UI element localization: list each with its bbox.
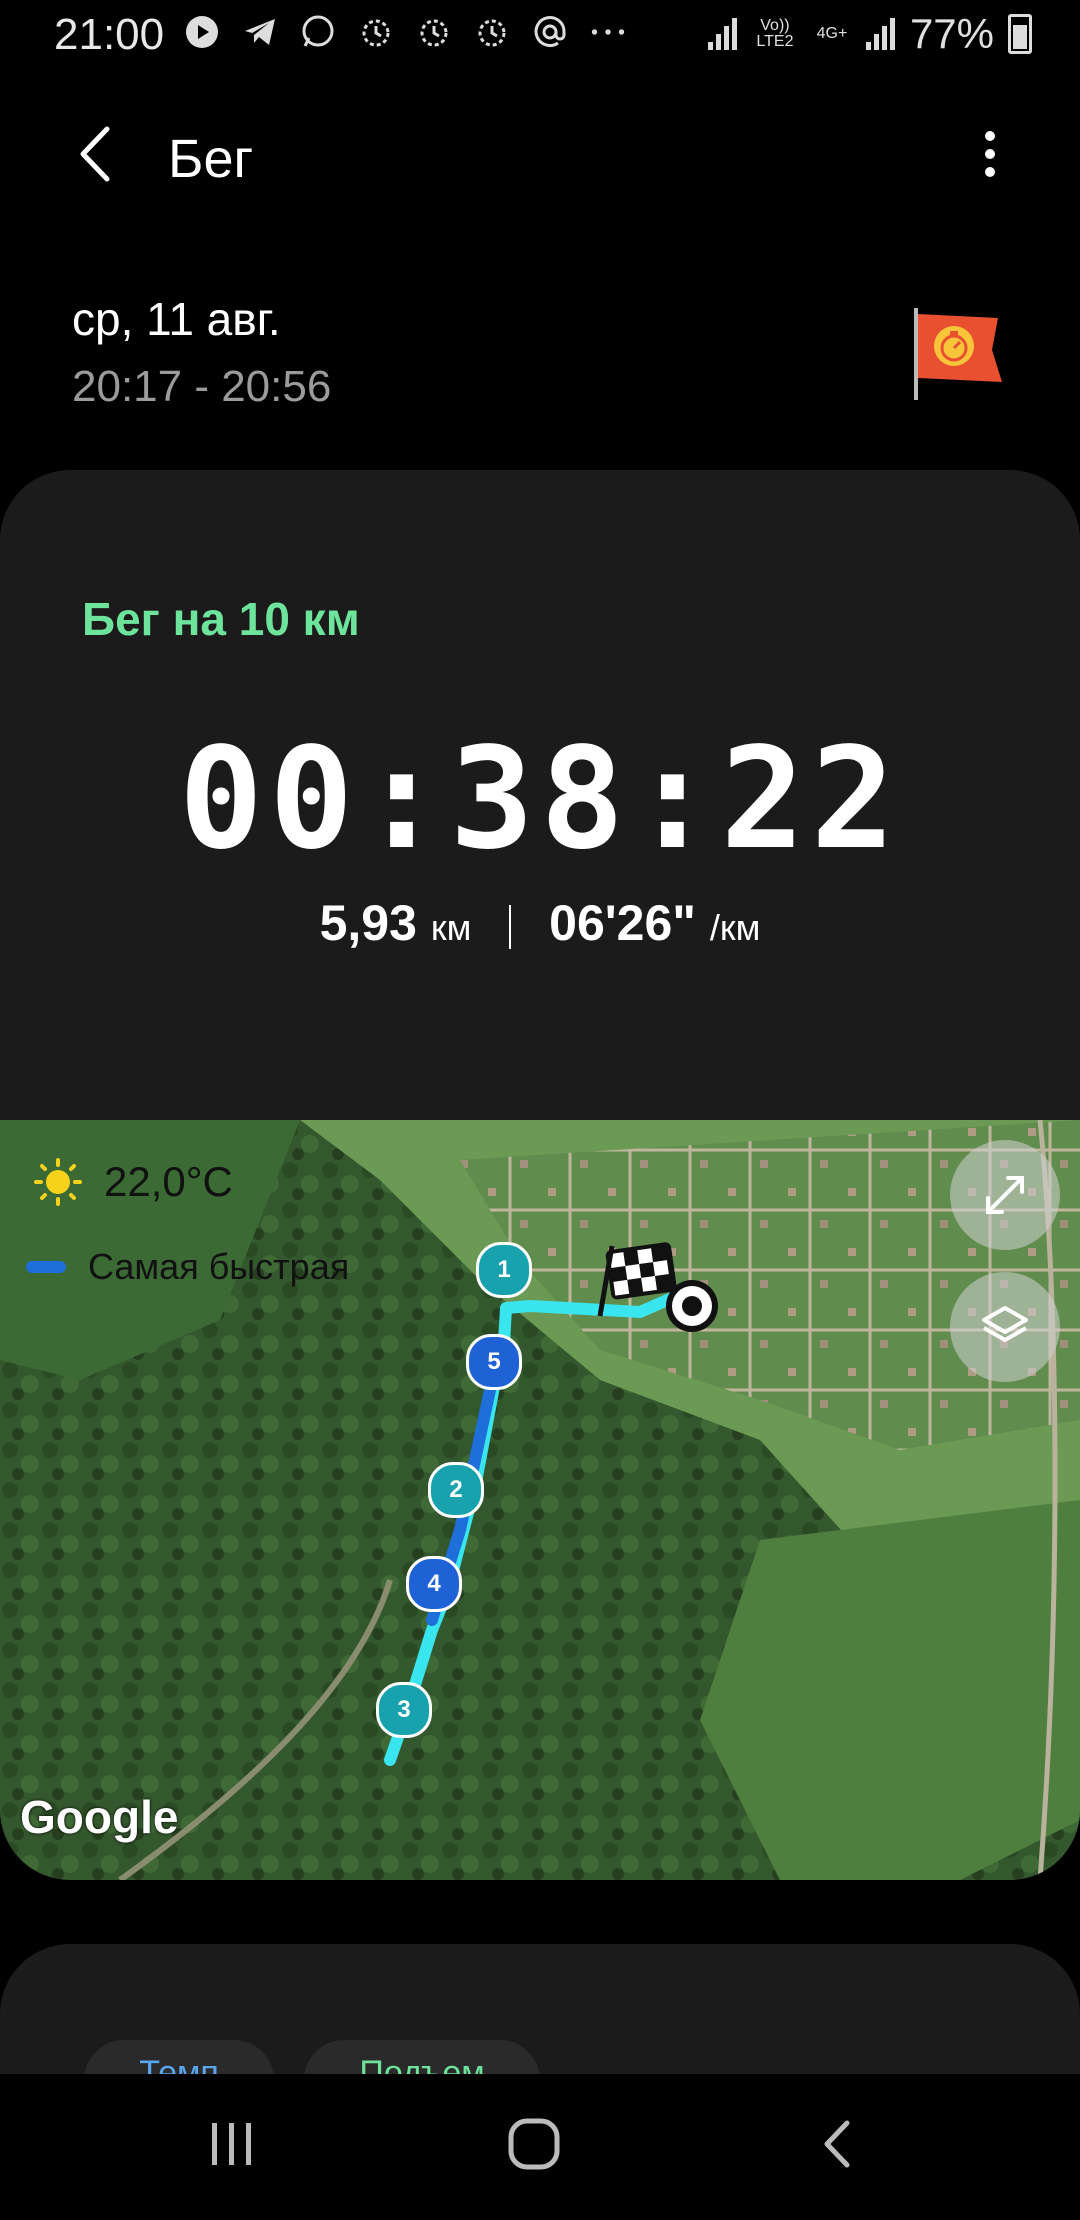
home-button[interactable] (484, 2104, 584, 2184)
home-icon (508, 2118, 560, 2170)
summary-divider (509, 904, 512, 949)
legend-label: Самая быстрая (88, 1246, 350, 1287)
workout-name: Бег на 10 км (82, 593, 360, 645)
pace-unit: /км (709, 907, 761, 948)
temperature: 22,0°C (104, 1158, 233, 1205)
workout-card: Бег на 10 км 00:38:22 5,93 км 06'26" /км (0, 470, 1080, 1880)
more-options-button[interactable] (960, 124, 1020, 184)
back-nav-button[interactable] (786, 2104, 886, 2184)
recent-apps-icon (212, 2123, 251, 2165)
at-icon (532, 14, 568, 50)
start-point-icon (666, 1280, 718, 1332)
charts-card: Темп Подъем (0, 1944, 1080, 2074)
km-marker-4: 4 (406, 1556, 462, 1612)
app-bar: Бег (0, 100, 1080, 220)
km-marker-5: 5 (466, 1334, 522, 1390)
km-marker-3: 3 (376, 1682, 432, 1738)
recent-apps-button[interactable] (182, 2104, 282, 2184)
play-icon (184, 14, 220, 50)
weather-info: 22,0°C (34, 1158, 233, 1206)
back-nav-icon (824, 2120, 850, 2168)
whatsapp-icon (300, 14, 336, 50)
goal-flag-icon (906, 304, 1006, 404)
legend-swatch (26, 1261, 66, 1273)
layers-icon (982, 1306, 1028, 1342)
alarm-icon (474, 14, 510, 50)
battery-percent: 77% (909, 10, 994, 57)
workout-summary: 5,93 км 06'26" /км (0, 894, 1080, 952)
route-legend: Самая быстрая (26, 1246, 349, 1288)
alarm-icon (358, 14, 394, 50)
km-marker-1: 1 (476, 1242, 532, 1298)
expand-map-button[interactable] (950, 1140, 1060, 1250)
pace-value: 06'26" (549, 895, 696, 951)
back-arrow-icon (80, 126, 110, 182)
workout-date: ср, 11 авг. (72, 293, 281, 345)
tab-elevation[interactable]: Подъем (304, 2040, 540, 2074)
alarm-icon (416, 14, 452, 50)
distance-value: 5,93 (319, 895, 417, 951)
map-layers-button[interactable] (950, 1272, 1060, 1382)
back-button[interactable] (64, 124, 124, 184)
system-status: Vo)) LTE2 4G+ 77% (707, 10, 1032, 58)
more-dots-icon (590, 14, 626, 50)
workout-duration: 00:38:22 (178, 718, 902, 881)
telegram-icon (242, 14, 278, 50)
workout-time-range: 20:17 - 20:56 (72, 362, 332, 411)
expand-icon (986, 1176, 1024, 1214)
signal-icon (707, 18, 737, 50)
page-title: Бег (168, 129, 254, 189)
distance-unit: км (430, 907, 472, 948)
km-marker-2: 2 (428, 1462, 484, 1518)
status-time: 21:00 (54, 10, 165, 59)
more-vertical-icon (985, 131, 995, 177)
network-type-2: 4G+ (816, 25, 848, 42)
signal-icon (865, 18, 895, 50)
status-bar: 21:00 Vo)) LTE2 4G+ 77% (0, 0, 1080, 76)
battery-icon (1008, 14, 1032, 54)
network-type-1: Vo)) LTE2 (756, 17, 794, 50)
satellite-map (0, 1120, 1080, 1880)
google-attribution: Google (20, 1791, 179, 1843)
tab-pace[interactable]: Темп (84, 2040, 274, 2074)
notification-icons (184, 14, 626, 50)
sun-icon (34, 1158, 82, 1206)
route-map[interactable]: 1 5 2 4 3 22,0°C Самая быстрая Google (0, 1120, 1080, 1880)
system-nav-bar (0, 2074, 1080, 2220)
